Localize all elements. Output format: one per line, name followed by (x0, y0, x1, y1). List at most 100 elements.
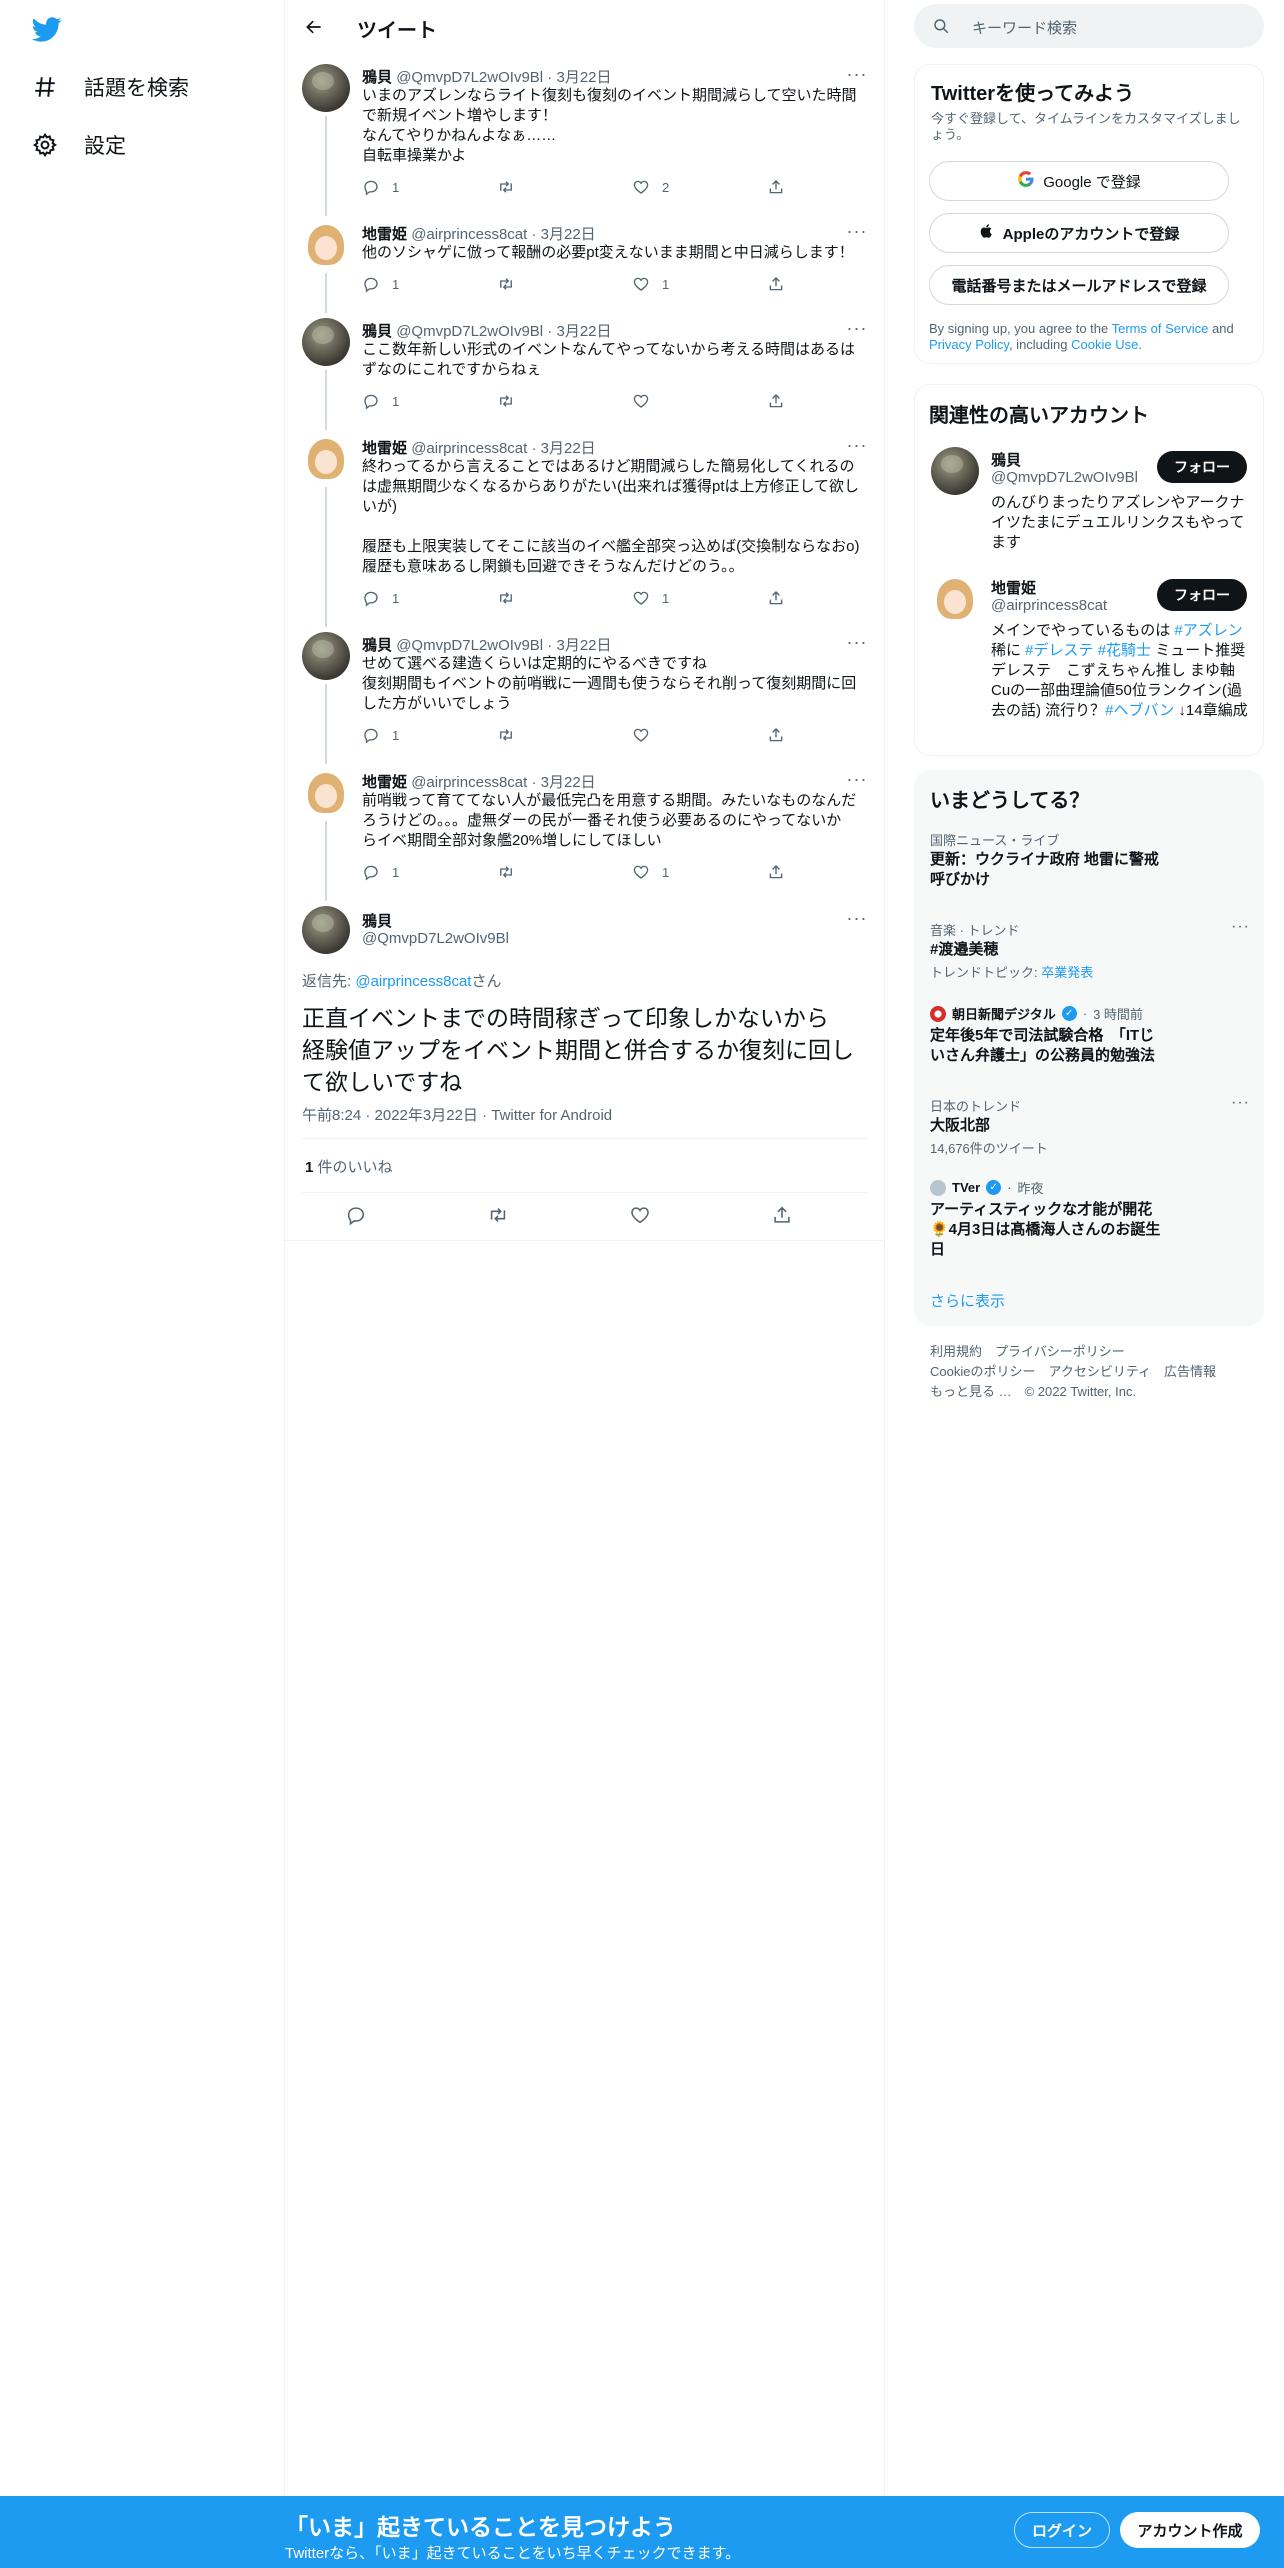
reply-button[interactable]: 1 (362, 589, 399, 607)
follow-button[interactable]: フォロー (1157, 451, 1247, 483)
likes-summary[interactable]: 1 件のいいね (305, 1156, 393, 1177)
account-name[interactable]: 鴉貝 (991, 449, 1021, 470)
author-name[interactable]: 地雷姫 (362, 226, 407, 243)
thread-tweet[interactable]: 鴉貝 @QmvpD7L2wOIv9Bl · 3月22日 ··· せめて選べる建造くら… (285, 632, 885, 764)
avatar[interactable] (302, 435, 350, 483)
tweet-date[interactable]: 3月22日 (556, 323, 611, 340)
avatar[interactable] (302, 632, 350, 680)
more-icon[interactable]: ··· (847, 908, 867, 928)
like-button[interactable]: 2 (632, 178, 669, 196)
share-button[interactable] (767, 589, 785, 607)
avatar[interactable] (302, 64, 350, 112)
reply-icon[interactable] (345, 1204, 371, 1230)
like-button[interactable]: 1 (632, 589, 669, 607)
thread-tweet[interactable]: 鴉貝 @QmvpD7L2wOIv9Bl · 3月22日 ··· いまのアズレンならラ… (285, 64, 885, 216)
more-icon[interactable]: ··· (847, 318, 867, 338)
author-handle[interactable]: @QmvpD7L2wOIv9Bl (396, 637, 543, 654)
author-name[interactable]: 鴉貝 (362, 69, 392, 86)
avatar[interactable] (302, 906, 350, 954)
share-button[interactable] (767, 178, 785, 196)
signup-button[interactable]: アカウント作成 (1120, 2512, 1260, 2548)
hashtag-link[interactable]: #ヘブバン (1105, 702, 1174, 719)
author-name[interactable]: 地雷姫 (362, 440, 407, 457)
avatar[interactable] (302, 221, 350, 269)
cookie-link[interactable]: Cookie Use (1071, 337, 1138, 352)
apple-signup-button[interactable]: Appleのアカウントで登録 (929, 213, 1229, 253)
like-button[interactable] (632, 726, 662, 744)
retweet-button[interactable] (497, 178, 527, 196)
author-handle[interactable]: @airprincess8cat (411, 226, 527, 243)
nav-explore[interactable]: 話題を検索 (30, 72, 189, 102)
retweet-button[interactable] (497, 589, 527, 607)
more-icon[interactable]: ··· (847, 221, 867, 241)
more-icon[interactable]: ··· (1231, 918, 1250, 936)
author-handle[interactable]: @airprincess8cat (411, 774, 527, 791)
hashtag-link[interactable]: #デレステ (1025, 642, 1093, 659)
login-button[interactable]: ログイン (1014, 2512, 1110, 2548)
author-handle[interactable]: @airprincess8cat (411, 440, 527, 457)
reply-button[interactable]: 1 (362, 863, 399, 881)
author-name[interactable]: 鴉貝 (362, 910, 392, 931)
reply-button[interactable]: 1 (362, 275, 399, 293)
more-icon[interactable]: ··· (847, 632, 867, 652)
thread-tweet[interactable]: 地雷姫 @airprincess8cat · 3月22日 ··· 他のソシャゲに倣っ… (285, 221, 885, 313)
avatar[interactable] (931, 575, 979, 623)
retweet-button[interactable] (497, 392, 527, 410)
author-name[interactable]: 地雷姫 (362, 774, 407, 791)
like-icon[interactable] (629, 1204, 655, 1230)
search-box[interactable]: キーワード検索 (914, 4, 1264, 48)
privacy-link[interactable]: Privacy Policy (929, 337, 1009, 352)
author-handle[interactable]: @QmvpD7L2wOIv9Bl (396, 69, 543, 86)
retweet-icon[interactable] (487, 1204, 513, 1230)
google-signup-button[interactable]: Google で登録 (929, 161, 1229, 201)
tweet-date[interactable]: 3月22日 (541, 774, 596, 791)
share-button[interactable] (767, 392, 785, 410)
footer-line[interactable]: Cookieのポリシー アクセシビリティ 広告情報 (930, 1362, 1260, 1382)
phone-signup-button[interactable]: 電話番号またはメールアドレスで登録 (929, 265, 1229, 305)
retweet-button[interactable] (497, 863, 527, 881)
author-name[interactable]: 鴉貝 (362, 323, 392, 340)
author-name[interactable]: 鴉貝 (362, 637, 392, 654)
footer-line[interactable]: 利用規約 プライバシーポリシー (930, 1342, 1260, 1362)
reply-to-link[interactable]: @airprincess8cat (355, 973, 471, 990)
author-handle[interactable]: @QmvpD7L2wOIv9Bl (362, 930, 509, 947)
footer-line[interactable]: もっと見る … © 2022 Twitter, Inc. (930, 1382, 1260, 1402)
share-button[interactable] (767, 863, 785, 881)
more-icon[interactable]: ··· (847, 64, 867, 84)
more-icon[interactable]: ··· (847, 769, 867, 789)
like-button[interactable] (632, 392, 662, 410)
like-button[interactable]: 1 (632, 275, 669, 293)
author-handle[interactable]: @QmvpD7L2wOIv9Bl (396, 323, 543, 340)
avatar[interactable] (302, 769, 350, 817)
account-name[interactable]: 地雷姫 (991, 577, 1036, 598)
thread-tweet[interactable]: 地雷姫 @airprincess8cat · 3月22日 ··· 前哨戦って育ててな… (285, 769, 885, 901)
reply-button[interactable]: 1 (362, 178, 399, 196)
share-button[interactable] (767, 275, 785, 293)
retweet-button[interactable] (497, 726, 527, 744)
terms-link[interactable]: Terms of Service (1112, 321, 1209, 336)
twitter-bird-icon[interactable] (30, 14, 66, 44)
account-handle[interactable]: @QmvpD7L2wOIv9Bl (991, 469, 1138, 486)
tweet-meta[interactable]: 午前8:24 · 2022年3月22日 · Twitter for Androi… (302, 1104, 612, 1125)
hashtag-link[interactable]: #花騎士 (1098, 642, 1151, 659)
nav-settings[interactable]: 設定 (30, 130, 126, 160)
more-icon[interactable]: ··· (1231, 1094, 1250, 1112)
back-arrow-icon[interactable] (299, 12, 329, 42)
tweet-date[interactable]: 3月22日 (556, 69, 611, 86)
thread-tweet[interactable]: 鴉貝 @QmvpD7L2wOIv9Bl · 3月22日 ··· ここ数年新しい形式の… (285, 318, 885, 430)
tweet-date[interactable]: 3月22日 (556, 637, 611, 654)
tweet-date[interactable]: 3月22日 (541, 440, 596, 457)
more-icon[interactable]: ··· (847, 435, 867, 455)
hashtag-link[interactable]: #アズレン (1174, 622, 1242, 639)
share-button[interactable] (767, 726, 785, 744)
follow-button[interactable]: フォロー (1157, 579, 1247, 611)
retweet-button[interactable] (497, 275, 527, 293)
reply-button[interactable]: 1 (362, 392, 399, 410)
avatar[interactable] (931, 447, 979, 495)
reply-button[interactable]: 1 (362, 726, 399, 744)
thread-tweet[interactable]: 地雷姫 @airprincess8cat · 3月22日 ··· 終わってるから言え… (285, 435, 885, 627)
trend-topic-link[interactable]: 卒業発表 (1041, 965, 1093, 980)
tweet-date[interactable]: 3月22日 (541, 226, 596, 243)
like-button[interactable]: 1 (632, 863, 669, 881)
show-more-link[interactable]: さらに表示 (930, 1290, 1005, 1311)
